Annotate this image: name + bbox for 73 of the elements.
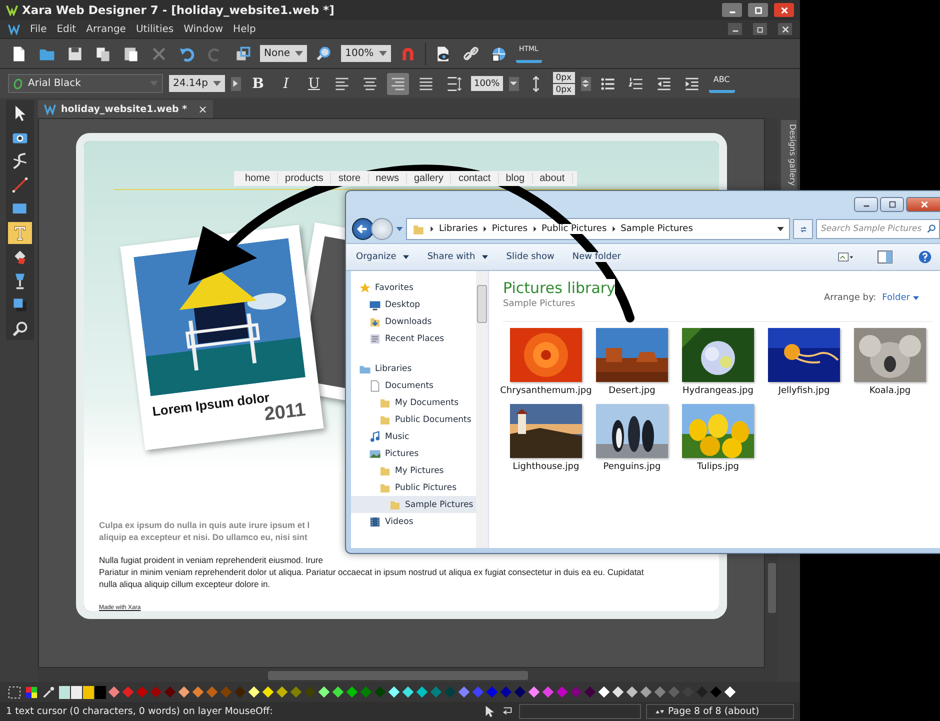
bold-button[interactable]: B xyxy=(246,72,269,94)
navigation-item[interactable]: Sample Pictures xyxy=(351,496,476,513)
zoom-dropdown[interactable]: 100% xyxy=(341,45,391,62)
navigation-item[interactable]: Pictures xyxy=(351,445,476,462)
menu-item[interactable]: Help xyxy=(233,24,256,34)
command-button[interactable]: New folder xyxy=(572,252,621,262)
font-size-dropdown[interactable]: 24.14p xyxy=(169,75,225,92)
menu-item[interactable]: Edit xyxy=(56,24,76,34)
arrange-dropdown[interactable]: Folder xyxy=(882,293,919,303)
nav-link[interactable]: news xyxy=(368,173,407,184)
nav-link[interactable]: contact xyxy=(451,173,499,184)
file-name[interactable]: Jellyfish.jpg xyxy=(778,386,830,396)
library-heading: Pictures library xyxy=(503,279,616,297)
breadcrumb[interactable]: Sample Pictures xyxy=(620,224,693,234)
line-spacing-field[interactable]: 100% xyxy=(470,76,503,91)
navigation-item[interactable]: My Documents xyxy=(351,394,476,411)
navigation-item[interactable]: Public Documents xyxy=(351,411,476,428)
arrange-label: Arrange by: xyxy=(824,293,876,303)
intro-text: aliquip ea excepteur et nisi. Do ullamco eu, nisi sint xyxy=(99,530,308,543)
spell-check-button[interactable]: ABC xyxy=(708,74,735,92)
file-name[interactable]: Koala.jpg xyxy=(869,386,911,396)
nav-link[interactable]: home xyxy=(238,173,278,184)
navigation-item[interactable]: Videos xyxy=(351,513,476,530)
menu-item[interactable]: Window xyxy=(184,24,224,34)
gallery-tab[interactable]: Designs gallery xyxy=(781,120,797,190)
intro-text: Culpa ex ipsum do nulla in quis aute irure ipsum et l xyxy=(99,518,310,531)
document-tab[interactable]: holiday_website1.web * × xyxy=(38,100,214,118)
italic-button[interactable]: I xyxy=(274,72,297,94)
navigation-item[interactable]: Downloads xyxy=(351,313,476,330)
command-button[interactable]: Organize xyxy=(356,252,410,262)
font-dropdown[interactable]: Arial Black xyxy=(8,74,163,93)
search-field[interactable]: Search Sample Pictures xyxy=(816,219,940,239)
space-above-field[interactable]: 0px xyxy=(552,72,575,83)
navigation-item[interactable]: Documents xyxy=(351,377,476,394)
nav-link[interactable]: store xyxy=(331,173,369,184)
menu-item[interactable]: Utilities xyxy=(136,24,174,34)
navigation-item[interactable]: Desktop xyxy=(351,296,476,313)
tab-close-button[interactable]: × xyxy=(198,102,208,116)
nav-link[interactable]: products xyxy=(278,173,332,184)
navigation-item[interactable]: Favorites xyxy=(351,279,476,296)
body-text: nulla aliqua aliquip cillum excepteur dolore in. xyxy=(99,578,270,590)
file-name[interactable]: Chrysanthemum.jpg xyxy=(500,386,592,396)
body-text: Nulla fugiat proident in veniam reprehenderit eiusmod. Irure xyxy=(99,554,323,566)
tab-title: holiday_website1.web * xyxy=(61,104,188,114)
space-below-field[interactable]: 0px xyxy=(552,84,575,95)
page-indicator[interactable]: Page 8 of 8 (about) xyxy=(646,704,794,719)
zoom-mode-dropdown[interactable]: None xyxy=(260,45,308,62)
nav-link[interactable]: gallery xyxy=(406,173,452,184)
underline-button[interactable]: U xyxy=(302,72,325,94)
window-title: Xara Web Designer 7 - [holiday_website1.web *] xyxy=(22,3,334,17)
menu-item[interactable]: Arrange xyxy=(86,24,126,34)
command-button[interactable]: Slide show xyxy=(506,252,554,262)
file-name[interactable]: Tulips.jpg xyxy=(696,462,740,472)
navigation-item[interactable]: Public Pictures xyxy=(351,479,476,496)
menu-item[interactable]: File xyxy=(30,24,47,34)
status-message: 1 text cursor (0 characters, 0 words) on layer MouseOff: xyxy=(6,706,273,717)
breadcrumb[interactable]: Libraries xyxy=(439,224,478,234)
command-button[interactable]: Share with xyxy=(427,252,488,262)
navigation-item[interactable]: Libraries xyxy=(351,360,476,377)
library-subheading: Sample Pictures xyxy=(503,299,576,309)
navigation-item[interactable]: My Pictures xyxy=(351,462,476,479)
address-bar[interactable]: Libraries Pictures Public Pictures Sample Pictures xyxy=(406,218,790,240)
navigation-item[interactable]: Recent Places xyxy=(351,330,476,347)
breadcrumb[interactable]: Pictures xyxy=(492,224,528,234)
body-text: Pariatur in minim veniam reprehenderit dolor ut aliqua. Pariatur occaecat in ipsum nostrud ut aliqua ex fugiat consectetur in duis ea eu. Cupidatat xyxy=(99,566,644,578)
file-name[interactable]: Desert.jpg xyxy=(608,386,656,396)
navigation-item[interactable]: Music xyxy=(351,428,476,445)
file-name[interactable]: Hydrangeas.jpg xyxy=(682,386,754,396)
file-name[interactable]: Penguins.jpg xyxy=(603,462,661,472)
file-name[interactable]: Lighthouse.jpg xyxy=(512,462,580,472)
breadcrumb[interactable]: Public Pictures xyxy=(542,224,607,234)
nav-link[interactable]: blog xyxy=(498,173,533,184)
nav-link[interactable]: about xyxy=(532,173,573,184)
